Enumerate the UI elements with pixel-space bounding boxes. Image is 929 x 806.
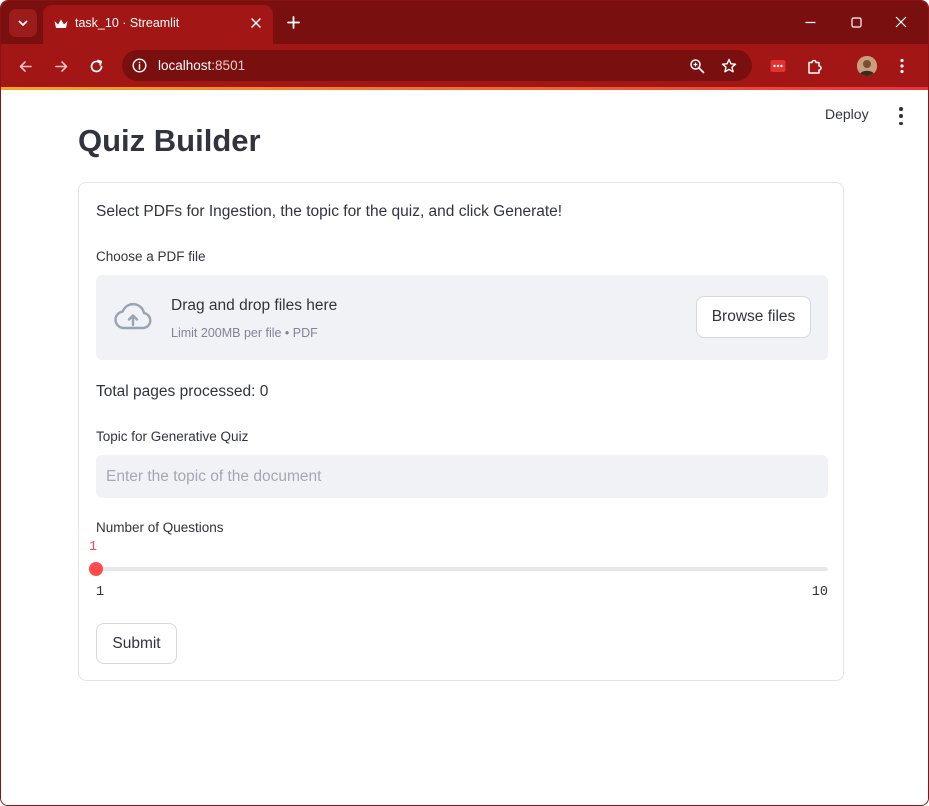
tab-strip: task_10 · Streamlit	[1, 1, 928, 44]
url-text: localhost:8501	[158, 58, 245, 73]
profile-picture-icon	[857, 56, 877, 76]
deploy-button[interactable]: Deploy	[825, 106, 869, 122]
bookmark-button[interactable]	[718, 55, 740, 77]
new-tab-button[interactable]	[281, 10, 305, 34]
browser-toolbar: localhost:8501	[1, 44, 928, 87]
slider-max-label: 10	[811, 585, 828, 600]
more-vert-icon	[900, 58, 904, 74]
slider-track[interactable]	[96, 567, 828, 571]
chevron-down-icon	[18, 20, 28, 26]
tab-close-button[interactable]	[247, 14, 265, 32]
slider-min-label: 1	[96, 585, 105, 600]
maximize-button[interactable]	[841, 8, 871, 36]
file-dropzone[interactable]: Drag and drop files here Limit 200MB per…	[96, 275, 828, 360]
close-icon	[251, 18, 261, 28]
back-arrow-icon	[19, 60, 32, 72]
tab-title: task_10 · Streamlit	[75, 16, 180, 30]
browse-files-button[interactable]: Browse files	[696, 296, 811, 338]
topic-label: Topic for Generative Quiz	[96, 429, 249, 444]
more-vert-icon-dot	[899, 114, 903, 118]
cloud-upload-icon	[114, 302, 152, 330]
extension-button[interactable]	[766, 54, 790, 78]
browser-menu-button[interactable]	[890, 54, 914, 78]
url-host: localhost	[158, 58, 212, 73]
minimize-button[interactable]	[795, 8, 825, 36]
more-vert-icon-dot	[899, 121, 903, 125]
dropzone-limit-text: Limit 200MB per file • PDF	[171, 326, 318, 340]
tab-search-button[interactable]	[9, 9, 37, 37]
zoom-button[interactable]	[686, 55, 708, 77]
slider-thumb[interactable]	[89, 562, 103, 576]
intro-text: Select PDFs for Ingestion, the topic for…	[96, 203, 563, 220]
browser-tab[interactable]: task_10 · Streamlit	[43, 5, 273, 44]
minimize-icon	[805, 21, 815, 23]
forward-arrow-icon	[54, 60, 67, 72]
close-window-button[interactable]	[886, 8, 916, 36]
topic-input[interactable]	[96, 455, 828, 498]
more-vert-icon-dot	[899, 107, 903, 111]
quiz-form: Select PDFs for Ingestion, the topic for…	[78, 182, 844, 681]
questions-slider-label: Number of Questions	[96, 520, 224, 535]
url-port: :8501	[211, 58, 246, 73]
page-title: Quiz Builder	[78, 123, 261, 158]
plus-icon	[286, 15, 300, 29]
dropzone-title: Drag and drop files here	[171, 297, 338, 314]
forward-button[interactable]	[48, 53, 74, 79]
back-button[interactable]	[12, 53, 38, 79]
slider-current-value: 1	[89, 540, 98, 555]
puzzle-icon	[807, 59, 822, 74]
info-icon[interactable]	[132, 58, 147, 73]
file-uploader-label: Choose a PDF file	[96, 249, 206, 264]
avatar[interactable]	[857, 56, 877, 76]
extensions-button[interactable]	[802, 54, 826, 78]
close-icon	[895, 16, 907, 28]
questions-slider[interactable]: 1 1 10	[89, 540, 828, 600]
maximize-icon	[850, 16, 862, 28]
star-icon	[721, 58, 737, 73]
reload-icon	[90, 59, 102, 72]
zoom-icon	[690, 59, 705, 74]
submit-button[interactable]: Submit	[96, 623, 177, 664]
total-pages-text: Total pages processed: 0	[96, 383, 269, 400]
main-menu-button[interactable]	[894, 107, 908, 125]
extension-icon	[770, 60, 786, 72]
browser-window: task_10 · Streamlit localhost:8501 Deplo…	[0, 0, 929, 806]
address-bar[interactable]: localhost:8501	[122, 50, 752, 81]
streamlit-crown-icon	[54, 19, 68, 28]
reload-button[interactable]	[83, 53, 109, 79]
